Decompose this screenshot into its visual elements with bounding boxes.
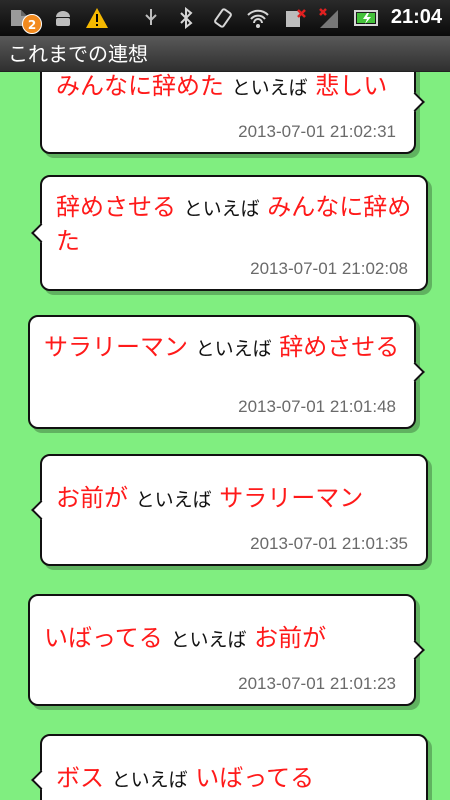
bubble-tail — [31, 223, 51, 243]
association-link: といえば — [135, 489, 212, 511]
android-debug-icon — [50, 5, 76, 31]
association-next: 悲しい — [315, 72, 388, 100]
battery-charging-icon — [354, 5, 380, 31]
association-list[interactable]: みんなに辞めた といえば 悲しい 2013-07-01 21:02:31 辞めさ… — [0, 72, 450, 800]
association-link: といえば — [195, 338, 272, 360]
notification-count-badge: 2 — [22, 14, 42, 34]
list-item[interactable]: いばってる といえば お前が 2013-07-01 21:01:23 — [28, 594, 425, 706]
page-title: これまでの連想 — [8, 42, 148, 66]
association-text: ボス といえば いばってる — [56, 762, 412, 796]
timestamp: 2013-07-01 21:01:35 — [250, 534, 408, 553]
bubble-tail — [405, 92, 425, 112]
list-item[interactable]: サラリーマン といえば 辞めさせる 2013-07-01 21:01:48 — [28, 315, 425, 429]
usb-icon — [138, 5, 164, 31]
bubble-tail — [405, 640, 425, 660]
wifi-icon — [245, 5, 271, 31]
association-word: 辞めさせる — [56, 193, 176, 221]
list-item[interactable]: お前が といえば サラリーマン 2013-07-01 21:01:35 — [31, 454, 428, 566]
association-link: といえば — [183, 198, 260, 220]
clock: 21:04 — [390, 6, 442, 28]
warning-icon — [84, 5, 110, 31]
no-sim-icon — [282, 5, 308, 31]
association-next: お前が — [254, 624, 327, 652]
association-word: いばってる — [44, 624, 163, 652]
list-item[interactable]: みんなに辞めた といえば 悲しい 2013-07-01 21:02:31 — [40, 72, 425, 154]
bluetooth-icon — [173, 5, 199, 31]
timestamp: 2013-07-01 21:02:31 — [238, 122, 396, 141]
list-item[interactable]: 辞めさせる といえば みんなに辞めた 2013-07-01 21:02:08 — [31, 175, 428, 291]
bubble-tail — [31, 770, 51, 790]
association-word: サラリーマン — [44, 333, 188, 361]
bubble-tail — [405, 362, 425, 382]
association-next: いばってる — [195, 764, 315, 792]
bubble-tail — [31, 500, 51, 520]
association-text: いばってる といえば お前が — [44, 622, 400, 656]
title-bar: これまでの連想 — [0, 36, 450, 72]
association-text: サラリーマン といえば 辞めさせる — [44, 331, 400, 365]
association-link: といえば — [231, 77, 308, 99]
association-link: といえば — [170, 629, 247, 651]
association-text: 辞めさせる といえば みんなに辞めた — [56, 191, 412, 257]
association-text: みんなに辞めた といえば 悲しい — [56, 72, 400, 104]
association-text: お前が といえば サラリーマン — [56, 482, 412, 516]
association-word: お前が — [56, 484, 128, 512]
association-next: サラリーマン — [219, 484, 364, 512]
association-word: みんなに辞めた — [56, 72, 224, 100]
list-item[interactable]: ボス といえば いばってる — [31, 734, 428, 800]
timestamp: 2013-07-01 21:02:08 — [250, 259, 408, 278]
timestamp: 2013-07-01 21:01:23 — [238, 674, 396, 693]
status-bar: 2 21:04 — [0, 0, 450, 36]
signal-icon — [316, 5, 342, 31]
timestamp: 2013-07-01 21:01:48 — [238, 397, 396, 416]
association-next: 辞めさせる — [279, 333, 400, 361]
association-link: といえば — [111, 769, 188, 791]
association-word: ボス — [56, 764, 104, 792]
rotation-icon — [210, 5, 236, 31]
